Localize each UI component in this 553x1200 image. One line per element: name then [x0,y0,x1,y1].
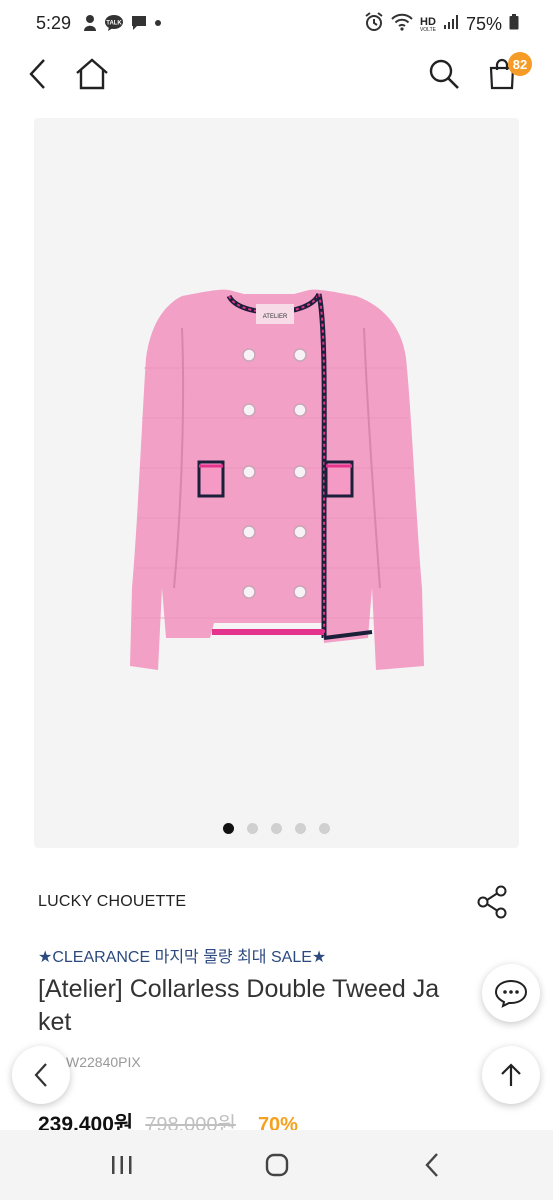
chat-button[interactable] [482,964,540,1022]
wifi-icon [391,13,413,36]
cart-button[interactable]: 82 [482,52,532,94]
product-jacket-image: ATELIER [130,289,424,670]
battery-percent: 75% [465,14,502,34]
scroll-to-top-button[interactable] [482,1046,540,1104]
promo-banner: ★CLEARANCE 마지막 물량 최대 SALE★ [38,949,327,966]
network-sublabel: VOLTE [419,26,436,33]
product-title-line-2: ket [38,1008,72,1036]
product-image-gallery[interactable]: ATELIER [34,118,519,848]
status-notification-icons: TALK [82,14,162,37]
kakaotalk-icon: TALK [104,14,124,37]
message-icon [130,14,148,37]
more-dot-icon [154,14,162,37]
product-code: W22840PIX [66,1054,141,1070]
chevron-left-icon [34,1063,47,1087]
chat-bubble-icon [494,979,528,1008]
gallery-pagination-dots [34,823,519,834]
home-circle-icon [265,1153,289,1177]
share-button[interactable] [472,882,512,922]
recent-apps-button[interactable] [102,1148,142,1182]
brand-name[interactable]: LUCKY CHOUETTE [38,893,186,911]
home-button[interactable] [72,54,112,94]
product-title-line-1: [Atelier] Collarless Double Tweed Ja [38,975,440,1003]
network-label: HD [420,15,436,28]
status-bar: 5:29 TALK HD VOLTE 75% [0,0,553,46]
status-system-icons: HD VOLTE 75% [364,12,519,37]
gallery-dot[interactable] [247,823,258,834]
battery-icon [509,14,519,35]
app-notification-icon [82,14,98,37]
arrow-up-icon [501,1063,521,1086]
product-title: [Atelier] Collarless Double Tweed Ja ket [38,973,538,1039]
cart-count-badge: 82 [508,52,532,76]
gallery-dot[interactable] [223,823,234,834]
system-back-button[interactable] [412,1148,452,1182]
system-home-button[interactable] [257,1148,297,1182]
back-button[interactable] [18,54,58,94]
system-navigation-bar [0,1130,553,1200]
gallery-dot[interactable] [295,823,306,834]
garment-label-text: ATELIER [263,314,288,320]
status-time: 5:29 [36,13,72,33]
alarm-icon [364,12,384,37]
recent-apps-icon [112,1156,132,1174]
signal-icon [443,14,459,35]
search-icon [429,59,459,89]
top-navigation: 82 [0,46,553,102]
home-icon [76,58,108,90]
hd-volte-icon: HD VOLTE [419,15,436,33]
search-button[interactable] [424,54,464,94]
back-chevron-icon [425,1153,438,1177]
gallery-dot[interactable] [319,823,330,834]
previous-product-button[interactable] [12,1046,70,1104]
gallery-dot[interactable] [271,823,282,834]
chevron-left-icon [29,59,45,89]
talk-badge-text: TALK [106,21,122,27]
share-icon [477,885,507,919]
